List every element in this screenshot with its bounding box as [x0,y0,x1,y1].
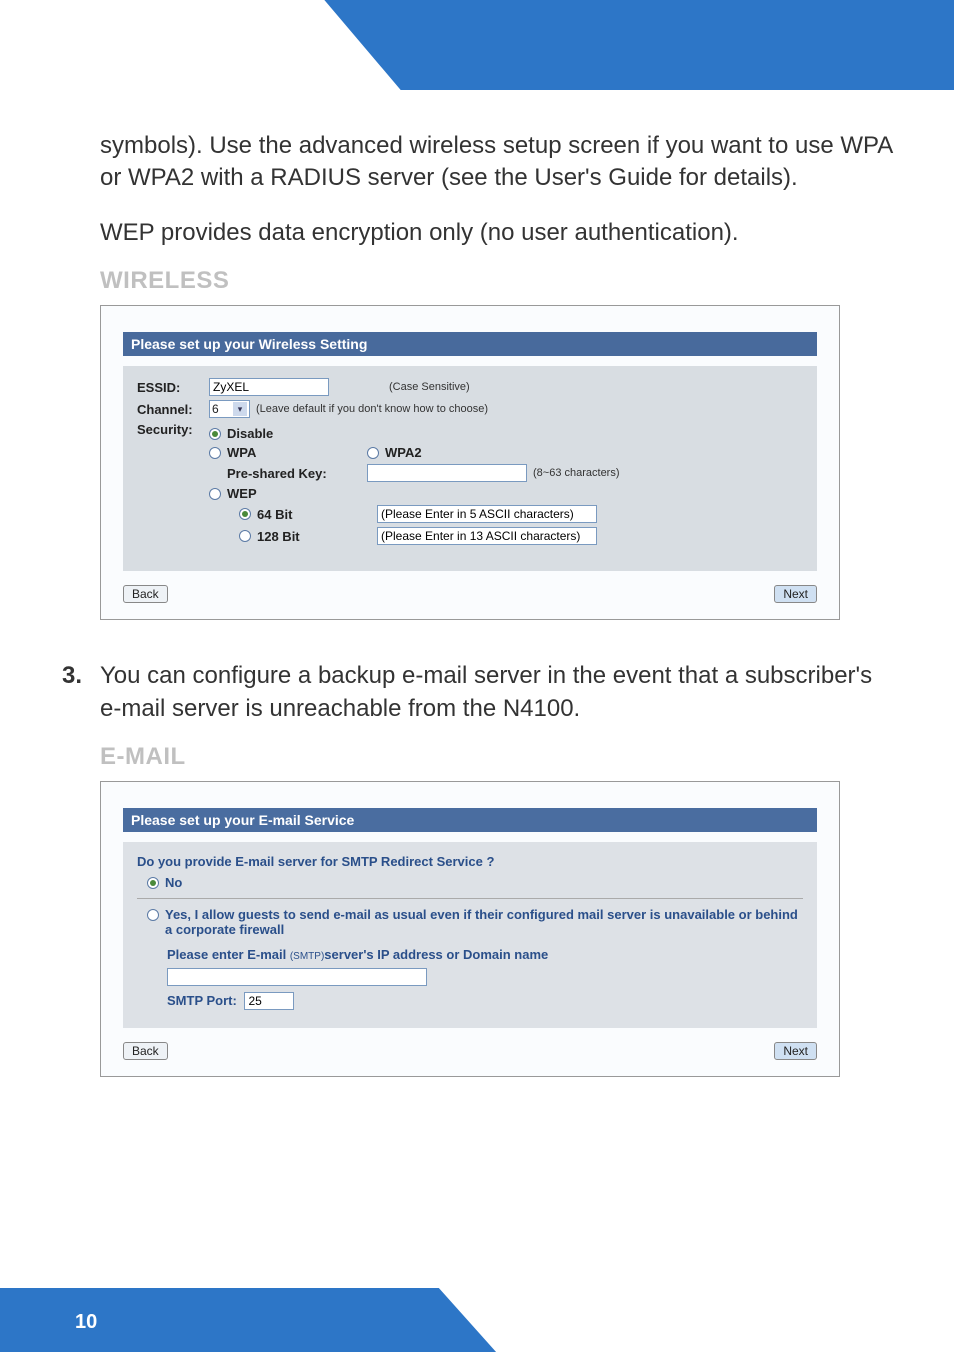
wireless-form: ESSID: (Case Sensitive) Channel: 6 ▾ (Le… [123,366,817,571]
essid-hint: (Case Sensitive) [389,381,470,393]
email-no-label: No [165,875,182,890]
email-server-input[interactable] [167,968,427,986]
smtp-port-input[interactable] [244,992,294,1010]
essid-label: ESSID: [137,380,209,395]
radio-64bit[interactable] [239,508,251,520]
email-next-button[interactable]: Next [774,1042,817,1060]
smtp-small: (SMTP) [290,951,324,962]
psk-input[interactable] [367,464,527,482]
email-panel-title: Please set up your E-mail Service [123,808,817,832]
bit64-label: 64 Bit [257,507,377,522]
page-number: 10 [75,1311,97,1334]
essid-input[interactable] [209,378,329,396]
intro-paragraph: symbols). Use the advanced wireless setu… [100,130,894,195]
email-back-button[interactable]: Back [123,1042,168,1060]
email-form: Do you provide E-mail server for SMTP Re… [123,842,817,1028]
radio-wpa[interactable] [209,447,221,459]
divider [137,898,803,899]
radio-wep[interactable] [209,488,221,500]
bit128-input[interactable] [377,527,597,545]
bit128-label: 128 Bit [257,529,377,544]
radio-128bit[interactable] [239,530,251,542]
wpa-label: WPA [227,445,367,460]
radio-email-no[interactable] [147,877,159,889]
wireless-heading: WIRELESS [100,267,894,295]
radio-disable[interactable] [209,428,221,440]
chevron-down-icon: ▾ [233,402,247,416]
disable-label: Disable [227,426,273,441]
wireless-panel-title: Please set up your Wireless Setting [123,332,817,356]
radio-email-yes[interactable] [147,909,159,921]
channel-label: Channel: [137,402,209,417]
step3-number: 3. [62,662,82,690]
email-yes-label: Yes, I allow guests to send e-mail as us… [165,907,803,937]
channel-hint: (Leave default if you don't know how to … [256,403,488,415]
wireless-next-button[interactable]: Next [774,585,817,603]
enter-prefix: Please enter E-mail [167,947,290,962]
wep-label: WEP [227,486,257,501]
radio-wpa2[interactable] [367,447,379,459]
wireless-back-button[interactable]: Back [123,585,168,603]
wpa2-label: WPA2 [385,445,422,460]
email-screenshot: Please set up your E-mail Service Do you… [100,781,840,1077]
smtp-port-label: SMTP Port: [167,993,237,1008]
channel-select[interactable]: 6 ▾ [209,400,250,418]
psk-label: Pre-shared Key: [227,466,367,481]
psk-hint: (8~63 characters) [533,467,620,479]
email-question: Do you provide E-mail server for SMTP Re… [137,854,803,869]
channel-value: 6 [212,402,230,416]
step3-text: You can configure a backup e-mail server… [100,660,894,725]
wireless-screenshot: Please set up your Wireless Setting ESSI… [100,305,840,620]
wep-note: WEP provides data encryption only (no us… [100,217,894,249]
enter-suffix: server's IP address or Domain name [324,947,548,962]
email-heading: E-MAIL [100,743,894,771]
bit64-input[interactable] [377,505,597,523]
footer-shape [0,1288,954,1352]
security-label: Security: [137,422,209,437]
email-enter-line: Please enter E-mail (SMTP)server's IP ad… [167,947,803,962]
